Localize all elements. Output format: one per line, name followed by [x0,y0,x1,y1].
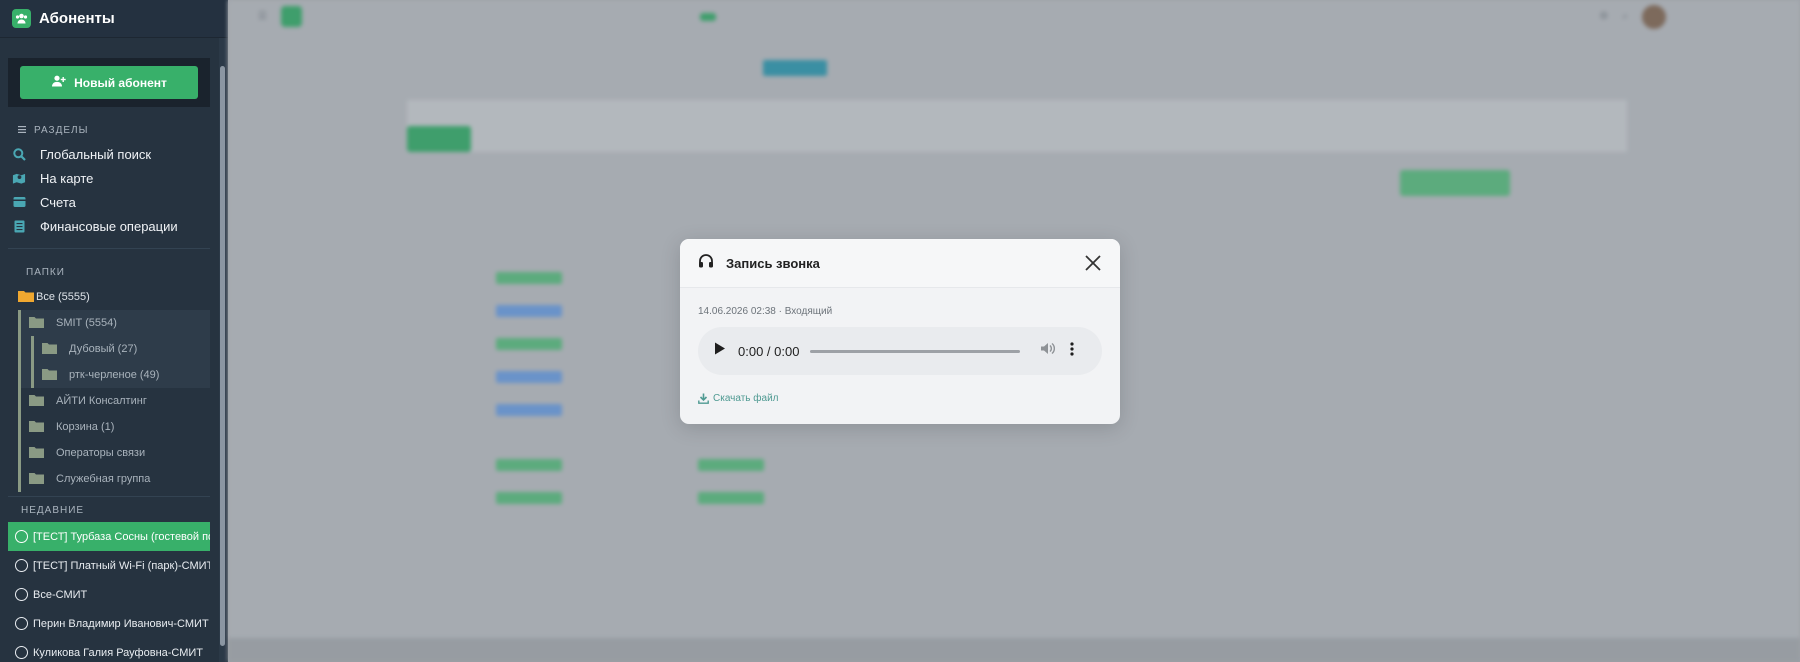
folder-item[interactable]: АЙТИ Консалтинг [18,388,210,414]
folder-icon [29,472,44,487]
headphones-icon [698,253,714,273]
status-badge [763,60,827,76]
receipt-icon [12,220,26,233]
scrollbar-thumb[interactable] [220,66,225,646]
circle-icon [15,559,28,572]
call-meta: 14.06.2026 02:38 · Входящий [698,306,833,317]
folders-label: ПАПКИ [26,267,65,278]
tab-active [407,126,471,152]
add-user-icon [51,75,66,90]
folder-item[interactable]: Операторы связи [18,440,210,466]
folder-icon [42,368,57,383]
sidebar: Абоненты Новый абонент РАЗДЕЛЫ Глобальны… [0,0,228,662]
play-icon [715,342,725,355]
tab-bar [407,100,1627,152]
folder-icon [29,394,44,409]
more-options-button[interactable] [1070,341,1074,361]
nav-global-search[interactable]: Глобальный поиск [0,142,218,166]
gear-icon: ⚙ [1599,11,1609,22]
nav-financial-operations[interactable]: Финансовые операции [0,214,218,238]
player-time: 0:00 / 0:00 [738,343,800,359]
recent-item[interactable]: Все-СМИТ [0,580,210,609]
folder-icon [42,342,57,357]
circle-icon [15,530,28,543]
circle-icon [15,646,28,659]
folder-icon [29,446,44,461]
folder-item[interactable]: SMIT (5554) [18,310,210,336]
download-link[interactable]: Скачать файл [698,393,779,404]
top-menu-active [699,12,716,21]
map-icon [12,172,26,185]
search-icon: ⌕ [1622,11,1628,22]
play-button[interactable] [714,342,726,360]
footer [228,638,1800,662]
dialog-title: Запись звонка [726,255,820,271]
top-menu [699,12,716,21]
new-button-container: Новый абонент [8,58,210,107]
sidebar-title: Абоненты [39,10,115,27]
sections-label: РАЗДЕЛЫ [0,107,218,136]
recent-item[interactable]: Куликова Галия Рауфовна-СМИТ [0,638,210,662]
avatar [1642,4,1666,29]
sidebar-scroll-area: Новый абонент РАЗДЕЛЫ Глобальный поиск Н… [0,38,218,662]
recent-item[interactable]: [ТЕСТ] Платный Wi-Fi (парк)-СМИТ [0,551,210,580]
recent-label: НЕДАВНИЕ [21,505,85,516]
folder-all[interactable]: Все (5555) [0,284,218,310]
more-vertical-icon [1070,341,1074,356]
folder-item[interactable]: Корзина (1) [18,414,210,440]
bg-button [1400,170,1510,196]
circle-icon [15,617,28,630]
sidebar-header: Абоненты [0,0,228,38]
menu-icon: ☰ [258,11,267,22]
new-subscriber-label: Новый абонент [74,75,167,90]
new-subscriber-button[interactable]: Новый абонент [20,66,198,99]
users-icon [12,9,31,28]
download-icon [698,393,709,404]
folder-icon [29,420,44,435]
folder-open-icon [18,289,34,305]
folder-item[interactable]: Дубовый (27) [18,336,210,362]
audio-player[interactable]: 0:00 / 0:00 [698,327,1102,375]
folder-item[interactable]: Служебная группа [18,466,210,492]
list-icon [18,125,26,136]
player-progress[interactable] [810,349,1020,353]
recent-item-active[interactable]: [ТЕСТ] Турбаза Сосны (гостевой портал) [8,522,210,551]
dialog-header: Запись звонка [680,239,1120,288]
sidebar-scrollbar[interactable] [219,38,226,662]
nav-map[interactable]: На карте [0,166,218,190]
folder-icon [29,316,44,331]
search-icon [12,147,26,161]
volume-icon [1041,342,1056,355]
nav-invoices[interactable]: Счета [0,190,218,214]
top-bar: ☰ ⚙ ⌕ [228,0,1800,33]
volume-button[interactable] [1040,342,1056,360]
folder-item[interactable]: ртк-черленое (49) [18,362,210,388]
wallet-icon [12,196,26,208]
call-recording-dialog: Запись звонка 14.06.2026 02:38 · Входящи… [680,239,1120,424]
app-logo [280,6,302,27]
close-button[interactable] [1084,254,1102,272]
recent-item[interactable]: Перин Владимир Иванович-СМИТ [0,609,210,638]
circle-icon [15,588,28,601]
close-icon [1085,255,1101,271]
